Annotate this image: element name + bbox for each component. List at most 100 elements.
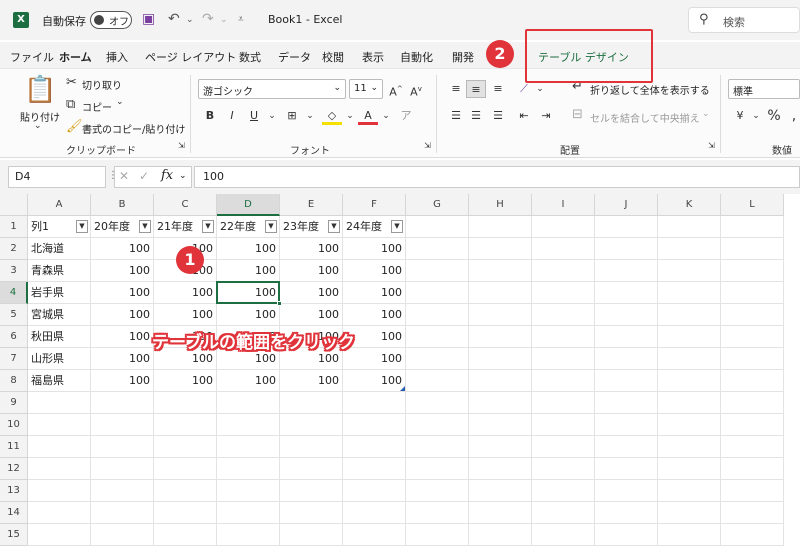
cell[interactable] bbox=[532, 216, 595, 238]
cell[interactable] bbox=[406, 282, 469, 304]
tab-view[interactable]: 表示 bbox=[362, 49, 384, 65]
cell[interactable] bbox=[406, 238, 469, 260]
table-cell[interactable]: 100 bbox=[217, 370, 280, 392]
cell[interactable] bbox=[154, 392, 217, 414]
cell[interactable] bbox=[217, 480, 280, 502]
row-header[interactable]: 15 bbox=[0, 524, 28, 546]
cell[interactable] bbox=[343, 524, 406, 546]
border-dropdown-icon[interactable]: ⌄ bbox=[300, 107, 320, 125]
cell[interactable] bbox=[595, 458, 658, 480]
tab-review[interactable]: 校閲 bbox=[322, 49, 344, 65]
cell[interactable] bbox=[406, 480, 469, 502]
cell[interactable] bbox=[406, 524, 469, 546]
cell[interactable] bbox=[532, 304, 595, 326]
cell[interactable] bbox=[406, 260, 469, 282]
table-cell[interactable]: 青森県 bbox=[28, 260, 91, 282]
cell[interactable] bbox=[532, 480, 595, 502]
cell[interactable] bbox=[595, 524, 658, 546]
cell[interactable] bbox=[532, 326, 595, 348]
cell[interactable] bbox=[469, 414, 532, 436]
filter-dropdown-icon[interactable]: ▼ bbox=[265, 220, 277, 233]
cell[interactable] bbox=[532, 392, 595, 414]
cell[interactable] bbox=[532, 348, 595, 370]
fill-color-dropdown-icon[interactable]: ⌄ bbox=[340, 107, 360, 125]
copy-button[interactable]: コピー bbox=[82, 99, 112, 114]
cell[interactable] bbox=[721, 216, 784, 238]
cell[interactable] bbox=[28, 414, 91, 436]
decrease-indent-icon[interactable]: ⇤ bbox=[514, 107, 534, 125]
cell[interactable] bbox=[343, 458, 406, 480]
row-header[interactable]: 12 bbox=[0, 458, 28, 480]
cell[interactable] bbox=[406, 326, 469, 348]
format-painter-icon[interactable]: 🖌 bbox=[66, 119, 83, 134]
column-header[interactable]: B bbox=[91, 194, 154, 216]
table-cell[interactable]: 100 bbox=[91, 282, 154, 304]
column-header[interactable]: E bbox=[280, 194, 343, 216]
cut-button[interactable]: 切り取り bbox=[82, 77, 122, 92]
cell[interactable] bbox=[217, 524, 280, 546]
cell[interactable] bbox=[406, 348, 469, 370]
formula-dropdown-icon[interactable]: ⌄ bbox=[179, 171, 187, 181]
row-header[interactable]: 8 bbox=[0, 370, 28, 392]
column-header[interactable]: C bbox=[154, 194, 217, 216]
table-cell[interactable]: 100 bbox=[154, 282, 217, 304]
cell[interactable] bbox=[658, 370, 721, 392]
table-cell[interactable]: 北海道 bbox=[28, 238, 91, 260]
comma-style-icon[interactable]: , bbox=[784, 107, 800, 125]
cell[interactable] bbox=[28, 480, 91, 502]
table-cell[interactable]: 100 bbox=[217, 238, 280, 260]
table-cell[interactable]: 秋田県 bbox=[28, 326, 91, 348]
cell[interactable] bbox=[532, 524, 595, 546]
cell[interactable] bbox=[532, 370, 595, 392]
cell[interactable] bbox=[469, 348, 532, 370]
row-header[interactable]: 13 bbox=[0, 480, 28, 502]
cell[interactable] bbox=[406, 458, 469, 480]
cancel-icon[interactable]: ✕ bbox=[119, 169, 129, 183]
cell[interactable] bbox=[280, 524, 343, 546]
cell[interactable] bbox=[154, 458, 217, 480]
row-header[interactable]: 9 bbox=[0, 392, 28, 414]
cell[interactable] bbox=[91, 392, 154, 414]
undo-dropdown-icon[interactable]: ⌄ bbox=[186, 15, 194, 25]
cell[interactable] bbox=[658, 282, 721, 304]
column-header[interactable]: K bbox=[658, 194, 721, 216]
column-header[interactable]: D bbox=[217, 194, 280, 216]
cell[interactable] bbox=[532, 502, 595, 524]
table-cell[interactable]: 100 bbox=[343, 282, 406, 304]
table-header-cell[interactable]: 列1 ▼ bbox=[28, 216, 91, 238]
table-cell[interactable]: 100 bbox=[343, 304, 406, 326]
cell[interactable] bbox=[343, 414, 406, 436]
tab-formulas[interactable]: 数式 bbox=[239, 49, 261, 65]
table-cell[interactable]: 100 bbox=[91, 260, 154, 282]
cell[interactable] bbox=[280, 480, 343, 502]
cell[interactable] bbox=[406, 414, 469, 436]
fill-handle[interactable] bbox=[277, 301, 282, 306]
cell[interactable] bbox=[658, 238, 721, 260]
table-cell[interactable]: 100 bbox=[343, 370, 406, 392]
cell[interactable] bbox=[91, 480, 154, 502]
cell[interactable] bbox=[469, 304, 532, 326]
filter-dropdown-icon[interactable]: ▼ bbox=[76, 220, 88, 233]
underline-button[interactable]: U bbox=[244, 107, 264, 125]
column-header[interactable]: H bbox=[469, 194, 532, 216]
cell[interactable] bbox=[721, 304, 784, 326]
tab-developer[interactable]: 開発 bbox=[452, 49, 474, 65]
cell[interactable] bbox=[469, 458, 532, 480]
table-cell[interactable]: 100 bbox=[154, 304, 217, 326]
wrap-text-button[interactable]: 折り返して全体を表示する bbox=[590, 82, 710, 97]
cell[interactable] bbox=[406, 436, 469, 458]
cell[interactable] bbox=[658, 458, 721, 480]
row-header[interactable]: 14 bbox=[0, 502, 28, 524]
cell[interactable] bbox=[658, 524, 721, 546]
cell[interactable] bbox=[721, 282, 784, 304]
table-cell[interactable]: 100 bbox=[91, 326, 154, 348]
cell[interactable] bbox=[595, 370, 658, 392]
phonetic-guide-icon[interactable]: ア bbox=[396, 107, 416, 125]
cell[interactable] bbox=[91, 436, 154, 458]
number-format-select[interactable]: 標準 bbox=[728, 79, 800, 99]
italic-button[interactable]: I bbox=[222, 107, 242, 125]
table-header-cell[interactable]: 21年度 ▼ bbox=[154, 216, 217, 238]
cell[interactable] bbox=[343, 480, 406, 502]
table-cell[interactable]: 100 bbox=[280, 282, 343, 304]
cell[interactable] bbox=[532, 414, 595, 436]
